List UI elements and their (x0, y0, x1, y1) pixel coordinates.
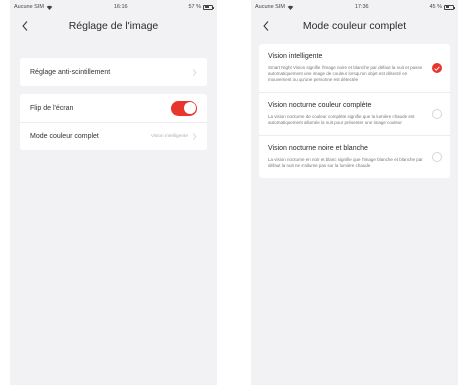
option-title: Vision nocturne couleur complète (268, 102, 372, 109)
page-title: Réglage de l'image (68, 20, 159, 32)
full-color-mode-value: Vision intelligente (150, 134, 188, 139)
battery-fill (445, 6, 450, 8)
option-title: Vision nocturne noire et blanche (268, 145, 368, 152)
battery-percent: 57 % (188, 4, 201, 10)
radio-smart-vision[interactable] (432, 63, 442, 73)
option-description: La vision nocturne de couleur complète s… (268, 114, 415, 125)
full-color-mode-row[interactable]: Mode couleur complet Vision intelligente (20, 122, 207, 150)
full-color-mode-label: Mode couleur complet (30, 133, 99, 140)
image-settings-screen: Aucune SIM 16:16 57 % Réglage de l'image… (10, 0, 217, 385)
option-black-white-night[interactable]: Vision nocturne noire et blanche La visi… (259, 135, 450, 178)
full-color-mode-screen: Aucune SIM 17:36 45 % Mode couleur compl… (251, 0, 458, 385)
radio-full-color-night[interactable] (432, 109, 442, 119)
wifi-icon (46, 5, 53, 10)
back-chevron-icon[interactable] (259, 19, 273, 33)
anti-flicker-label: Réglage anti-scintillement (30, 68, 111, 76)
chevron-right-icon (192, 68, 197, 76)
clock: 16:16 (113, 4, 128, 10)
carrier-label: Aucune SIM (255, 4, 285, 10)
page-title: Mode couleur complet (302, 20, 407, 32)
nav-bar: Réglage de l'image (10, 14, 217, 38)
nav-bar: Mode couleur complet (251, 14, 458, 38)
clock: 17:36 (354, 4, 369, 10)
option-description: Smart Night Vision signifie l'image noir… (268, 65, 423, 82)
option-title: Vision intelligente (268, 53, 323, 60)
battery-icon (203, 4, 214, 10)
toggle-knob (183, 102, 196, 114)
color-mode-options: Vision intelligente Smart Night Vision s… (259, 44, 450, 178)
option-full-color-night[interactable]: Vision nocturne couleur complète La visi… (259, 92, 450, 135)
screen-flip-toggle[interactable] (171, 100, 197, 116)
settings-group-2: Flip de l'écran Mode couleur complet Vis… (20, 94, 207, 150)
settings-group-1: Réglage anti-scintillement (20, 58, 207, 86)
wifi-icon (287, 5, 294, 10)
chevron-right-icon (192, 133, 197, 140)
option-description: La vision nocturne en noir et blanc sign… (268, 157, 423, 168)
screen-flip-row: Flip de l'écran (20, 94, 207, 122)
screen-flip-label: Flip de l'écran (30, 104, 74, 112)
radio-black-white-night[interactable] (432, 152, 442, 162)
anti-flicker-row[interactable]: Réglage anti-scintillement (20, 58, 207, 86)
check-icon (434, 65, 440, 71)
carrier-label: Aucune SIM (14, 4, 44, 10)
battery-fill (204, 6, 210, 8)
status-bar: Aucune SIM 16:16 57 % (10, 0, 217, 14)
back-chevron-icon[interactable] (18, 19, 32, 33)
option-smart-vision[interactable]: Vision intelligente Smart Night Vision s… (259, 44, 450, 92)
battery-icon (444, 4, 455, 10)
status-bar: Aucune SIM 17:36 45 % (251, 0, 458, 14)
battery-percent: 45 % (429, 4, 442, 10)
